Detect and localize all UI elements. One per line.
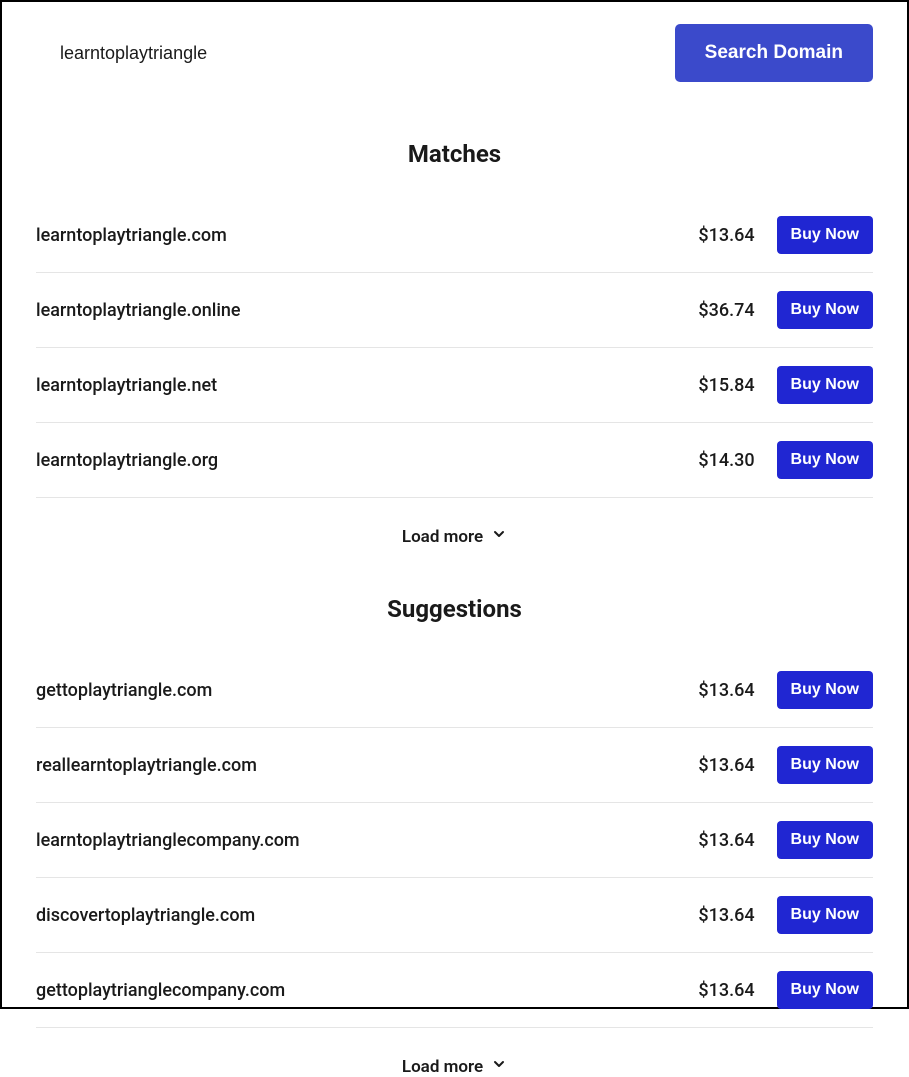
suggestions-title: Suggestions <box>36 595 873 623</box>
domain-name: discovertoplaytriangle.com <box>36 905 698 926</box>
domain-row: gettoplaytriangle.com $13.64 Buy Now <box>36 661 873 728</box>
matches-title: Matches <box>36 140 873 168</box>
load-more-suggestions[interactable]: Load more <box>36 1056 873 1077</box>
domain-row: gettoplaytrianglecompany.com $13.64 Buy … <box>36 953 873 1028</box>
buy-now-button[interactable]: Buy Now <box>777 441 873 479</box>
domain-right: $13.64 Buy Now <box>698 671 873 709</box>
domain-price: $36.74 <box>698 300 754 321</box>
domain-row: learntoplaytrianglecompany.com $13.64 Bu… <box>36 803 873 878</box>
search-domain-button[interactable]: Search Domain <box>675 24 873 82</box>
buy-now-button[interactable]: Buy Now <box>777 671 873 709</box>
buy-now-button[interactable]: Buy Now <box>777 366 873 404</box>
domain-right: $13.64 Buy Now <box>698 896 873 934</box>
domain-right: $15.84 Buy Now <box>698 366 873 404</box>
buy-now-button[interactable]: Buy Now <box>777 821 873 859</box>
buy-now-button[interactable]: Buy Now <box>777 971 873 1009</box>
domain-name: learntoplaytriangle.com <box>36 225 698 246</box>
domain-right: $13.64 Buy Now <box>698 216 873 254</box>
domain-name: learntoplaytriangle.online <box>36 300 698 321</box>
domain-price: $13.64 <box>698 755 754 776</box>
domain-price: $13.64 <box>698 680 754 701</box>
domain-name: reallearntoplaytriangle.com <box>36 755 698 776</box>
domain-price: $14.30 <box>698 450 754 471</box>
domain-price: $13.64 <box>698 980 754 1001</box>
domain-row: learntoplaytriangle.net $15.84 Buy Now <box>36 348 873 423</box>
domain-right: $14.30 Buy Now <box>698 441 873 479</box>
suggestions-section: Suggestions gettoplaytriangle.com $13.64… <box>36 595 873 1077</box>
load-more-label: Load more <box>402 1057 483 1077</box>
domain-row: learntoplaytriangle.online $36.74 Buy No… <box>36 273 873 348</box>
domain-price: $13.64 <box>698 225 754 246</box>
domain-right: $13.64 Buy Now <box>698 971 873 1009</box>
buy-now-button[interactable]: Buy Now <box>777 896 873 934</box>
domain-right: $13.64 Buy Now <box>698 821 873 859</box>
chevron-down-icon <box>491 1056 507 1077</box>
domain-price: $13.64 <box>698 830 754 851</box>
domain-right: $13.64 Buy Now <box>698 746 873 784</box>
matches-section: Matches learntoplaytriangle.com $13.64 B… <box>36 140 873 547</box>
domain-name: learntoplaytrianglecompany.com <box>36 830 698 851</box>
domain-price: $13.64 <box>698 905 754 926</box>
domain-row: reallearntoplaytriangle.com $13.64 Buy N… <box>36 728 873 803</box>
buy-now-button[interactable]: Buy Now <box>777 216 873 254</box>
domain-price: $15.84 <box>698 375 754 396</box>
buy-now-button[interactable]: Buy Now <box>777 746 873 784</box>
domain-name: gettoplaytrianglecompany.com <box>36 980 698 1001</box>
load-more-matches[interactable]: Load more <box>36 526 873 547</box>
buy-now-button[interactable]: Buy Now <box>777 291 873 329</box>
domain-row: learntoplaytriangle.org $14.30 Buy Now <box>36 423 873 498</box>
domain-name: learntoplaytriangle.net <box>36 375 698 396</box>
chevron-down-icon <box>491 526 507 547</box>
domain-name: learntoplaytriangle.org <box>36 450 698 471</box>
search-input[interactable] <box>36 31 655 76</box>
domain-row: learntoplaytriangle.com $13.64 Buy Now <box>36 206 873 273</box>
load-more-label: Load more <box>402 527 483 547</box>
search-row: Search Domain <box>36 24 873 82</box>
domain-row: discovertoplaytriangle.com $13.64 Buy No… <box>36 878 873 953</box>
domain-right: $36.74 Buy Now <box>698 291 873 329</box>
domain-name: gettoplaytriangle.com <box>36 680 698 701</box>
